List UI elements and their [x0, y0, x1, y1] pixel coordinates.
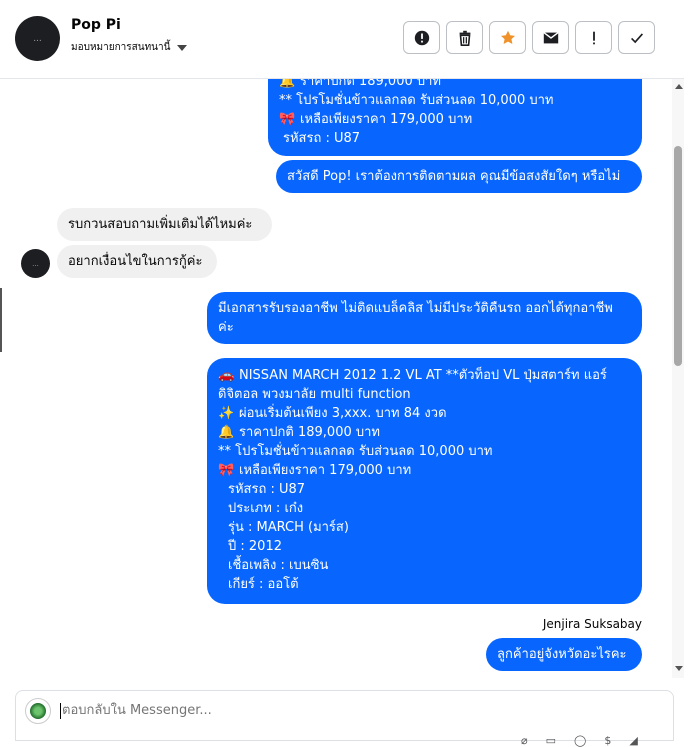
- ribbon-emoji: 🎀: [218, 463, 235, 478]
- message-line: รุ่น : MARCH (มาร์ส): [228, 520, 349, 535]
- message-line: ราคาปกติ 189,000 บาท: [239, 425, 380, 440]
- action-toolbar: [403, 21, 655, 54]
- outgoing-message[interactable]: ลูกค้าอยู่จังหวัดอะไรคะ: [486, 638, 642, 671]
- message-line: เหลือเพียงราคา 179,000 บาท: [239, 463, 412, 478]
- message-line: เกียร์ : ออโต้: [228, 577, 299, 592]
- message-line: NISSAN MARCH 2012 1.2 VL AT **ตัวท็อป VL…: [239, 368, 607, 383]
- page-avatar: [25, 698, 51, 724]
- bell-emoji: 🔔: [218, 425, 235, 440]
- window-edge: [684, 0, 699, 741]
- scroll-down-arrow-icon[interactable]: [675, 666, 683, 671]
- message-text: อยากเงื่อนไขในการกู้ค่ะ: [68, 254, 203, 269]
- outgoing-message[interactable]: มีเอกสารรับรองอาชีพ ไม่ติดแบล็คลิส ไม่มี…: [207, 292, 642, 344]
- message-line: ประเภท : เก๋ง: [228, 501, 304, 516]
- message-line: เหลือเพียงราคา 179,000 บาท: [300, 112, 473, 127]
- message-line: รหัสรถ : U87: [228, 482, 306, 497]
- reply-input[interactable]: [60, 702, 624, 719]
- delete-button[interactable]: [446, 21, 483, 54]
- star-button[interactable]: [489, 21, 526, 54]
- mark-done-button[interactable]: [618, 21, 655, 54]
- sender-name: Jenjira Suksabay: [542, 617, 642, 631]
- caret-down-icon: [177, 44, 188, 51]
- message-line: มีเอกสารรับรองอาชีพ ไม่ติดแบล็คลิส ไม่มี…: [218, 301, 613, 316]
- left-edge-handle: [0, 288, 2, 352]
- contact-name[interactable]: Pop Pi: [71, 17, 121, 33]
- message-line: ผ่อนเริ่มต้นเพียง 3,xxx. บาท 84 งวด: [239, 406, 447, 421]
- message-line: ดิจิตอล พวงมาลัย multi function: [218, 387, 411, 402]
- message-text: ลูกค้าอยู่จังหวัดอะไรคะ: [497, 647, 627, 662]
- page-logo-icon: [30, 703, 46, 719]
- trash-icon: [459, 30, 470, 46]
- mark-unread-button[interactable]: [532, 21, 569, 54]
- ribbon-emoji: 🎀: [279, 112, 296, 127]
- outgoing-message[interactable]: สวัสดี Pop! เราต้องการติดตามผล คุณมีข้อส…: [276, 160, 642, 193]
- exclamation-icon: [592, 31, 595, 44]
- outgoing-message[interactable]: 🚗 NISSAN MARCH 2012 1.2 VL AT **ตัวท็อป V…: [207, 358, 642, 604]
- contact-avatar[interactable]: ...: [15, 16, 60, 61]
- check-icon: [630, 32, 643, 43]
- spam-button[interactable]: [403, 21, 440, 54]
- follow-up-button[interactable]: [575, 21, 612, 54]
- message-line: รหัสรถ : U87: [283, 131, 361, 146]
- contact-avatar-small: ...: [21, 249, 50, 278]
- incoming-message[interactable]: อยากเงื่อนไขในการกู้ค่ะ: [57, 245, 217, 278]
- alert-circle-icon: [414, 30, 429, 45]
- message-line: ** โปรโมชั่นข้าวแลกลด รับส่วนลด 10,000 บ…: [279, 93, 554, 108]
- assign-conversation-dropdown[interactable]: มอบหมายการสนทนานี้: [71, 40, 188, 55]
- envelope-icon: [542, 31, 559, 43]
- message-composer: ⌀ ▭ ◯ $ ◢: [15, 690, 674, 747]
- greeting-text: สวัสดี Pop! เราต้องการติดตามผล คุณมีข้อส…: [287, 169, 621, 184]
- incoming-message[interactable]: รบกวนสอบถามเพิ่มเติมได้ไหมค่ะ: [57, 208, 272, 241]
- message-line: ค่ะ: [218, 320, 234, 335]
- sparkles-emoji: ✨: [218, 406, 235, 421]
- message-line: เชื้อเพลิง : เบนซิน: [228, 558, 329, 573]
- assign-label: มอบหมายการสนทนานี้: [71, 42, 171, 53]
- message-line: ** โปรโมชั่นข้าวแลกลด รับส่วนลด 10,000 บ…: [218, 444, 493, 459]
- message-line: ปี : 2012: [228, 539, 282, 554]
- car-emoji: 🚗: [218, 368, 235, 383]
- scroll-up-arrow-icon[interactable]: [675, 84, 683, 89]
- conversation-header: ... Pop Pi มอบหมายการสนทนานี้: [0, 0, 684, 79]
- message-text: รบกวนสอบถามเพิ่มเติมได้ไหมค่ะ: [68, 217, 253, 232]
- star-icon: [500, 30, 515, 44]
- scrollbar-thumb[interactable]: [674, 146, 682, 366]
